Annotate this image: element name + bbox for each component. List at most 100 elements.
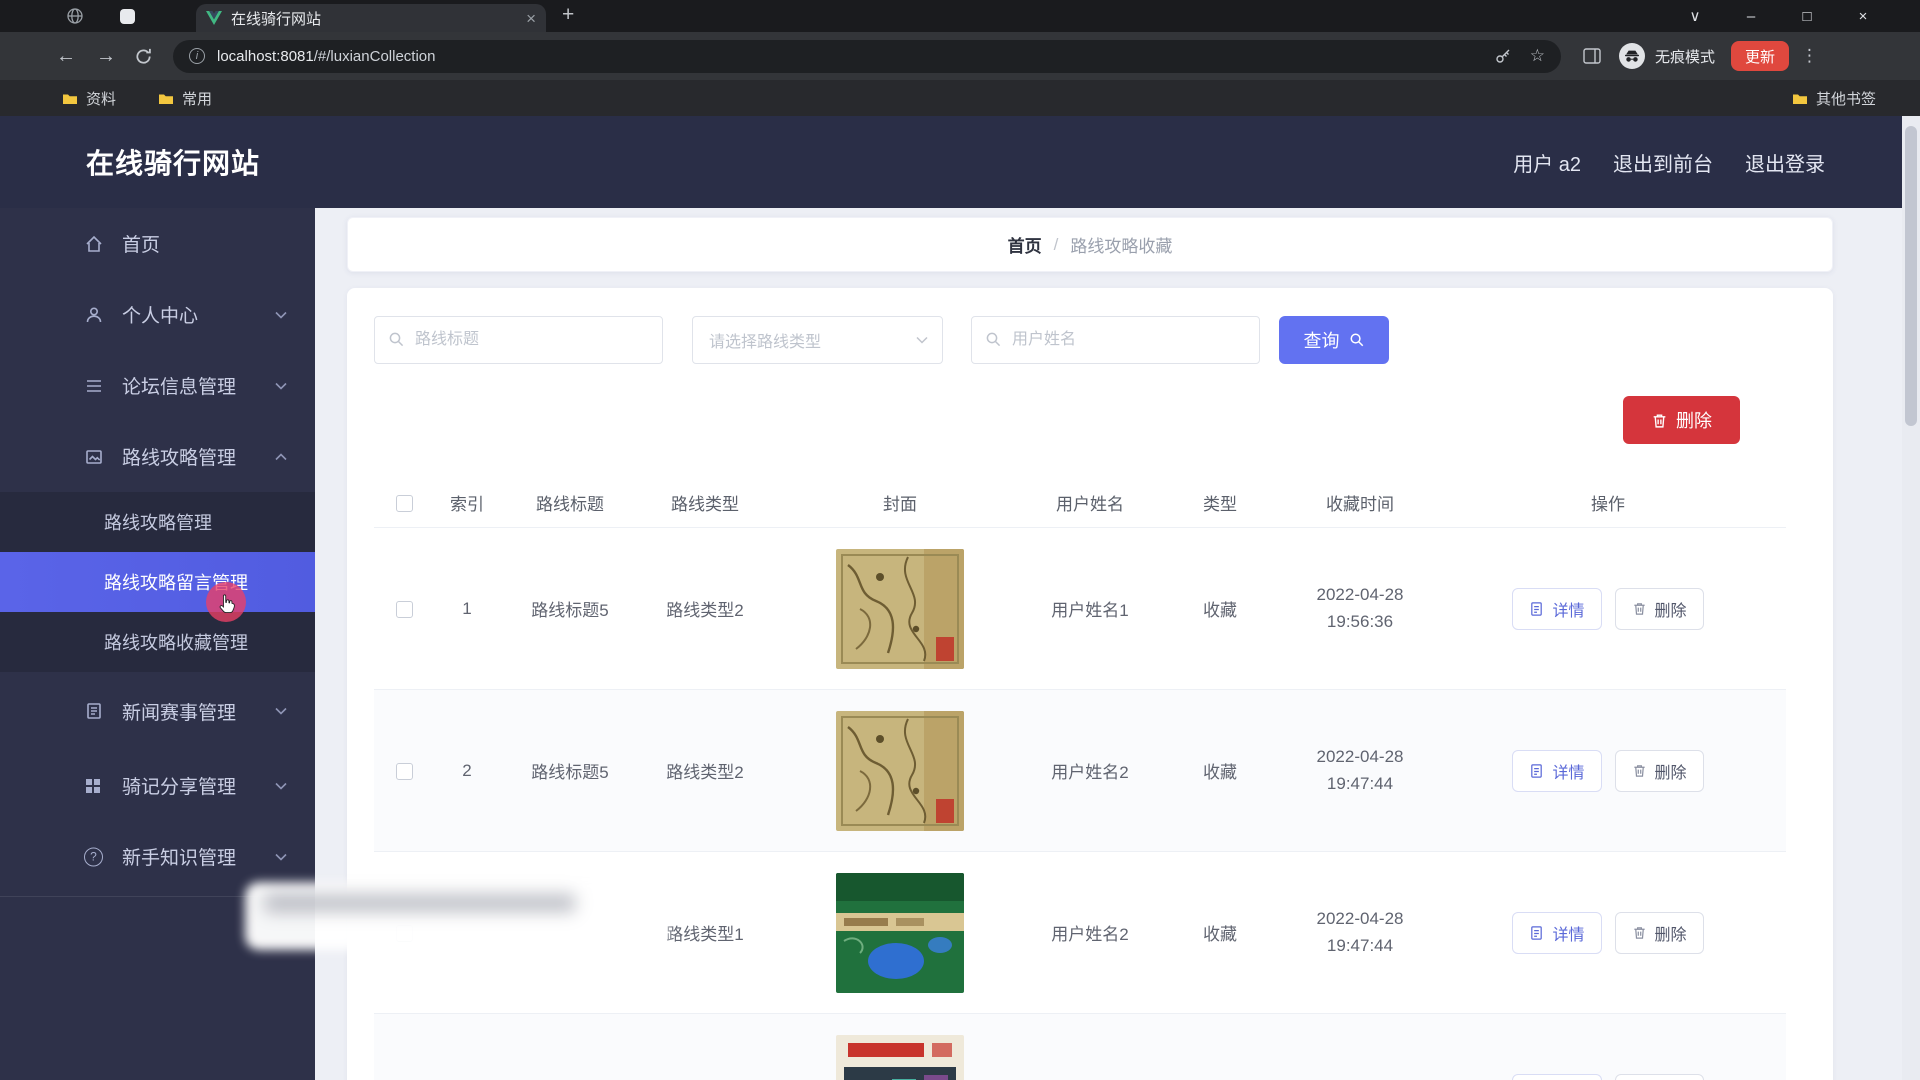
browser-tab[interactable]: 在线骑行网站 × (196, 4, 546, 32)
logout-link[interactable]: 退出登录 (1745, 148, 1825, 177)
user-name-filter (971, 316, 1260, 364)
window-close-button[interactable]: × (1846, 8, 1880, 25)
home-icon (84, 234, 104, 254)
back-button[interactable]: ← (56, 46, 76, 66)
route-submenu: 路线攻略管理 路线攻略留言管理 路线攻略收藏管理 (0, 492, 315, 672)
bookmark-folder-ziliao[interactable]: 资料 (62, 88, 116, 109)
row-checkbox[interactable] (396, 601, 413, 618)
document-icon (1529, 763, 1544, 779)
current-user-label[interactable]: 用户 a2 (1513, 148, 1581, 177)
row-delete-button[interactable]: 删除 (1615, 588, 1704, 630)
col-header-index: 索引 (434, 490, 500, 515)
browser-tabstrip: 在线骑行网站 × + ∨ – □ × (0, 0, 1920, 32)
col-header-date: 收藏时间 (1290, 490, 1430, 515)
row-delete-button[interactable]: 删除 (1615, 912, 1704, 954)
route-title-input[interactable] (374, 316, 663, 364)
bookmarks-bar: 资料 常用 其他书签 (0, 80, 1920, 116)
page-scrollbar (1902, 116, 1920, 1080)
tab-list-caret-icon[interactable]: ∨ (1678, 7, 1712, 25)
forward-button[interactable]: → (96, 46, 116, 66)
site-info-icon[interactable]: i (189, 48, 205, 64)
content-panel: 请选择路线类型 查询 (347, 288, 1833, 1080)
sidebar-subitem-route-guide-mgmt[interactable]: 路线攻略管理 (0, 492, 315, 552)
user-name-input[interactable] (971, 316, 1260, 364)
table-header-row: 索引 路线标题 路线类型 封面 用户姓名 类型 收藏时间 操作 (374, 478, 1786, 528)
picture-icon (84, 447, 104, 467)
chevron-down-icon (275, 782, 287, 790)
folder-icon (158, 92, 174, 105)
bulk-delete-button[interactable]: 删除 (1623, 396, 1740, 444)
bookmark-star-icon[interactable]: ☆ (1530, 46, 1545, 66)
query-button[interactable]: 查询 (1279, 316, 1389, 364)
folder-icon (1792, 92, 1808, 105)
breadcrumb-home[interactable]: 首页 (1008, 232, 1042, 257)
sidebar-subitem-route-collect-mgmt[interactable]: 路线攻略收藏管理 (0, 612, 315, 672)
minimize-button[interactable]: – (1734, 8, 1768, 25)
reload-button[interactable] (134, 47, 153, 66)
globe-icon[interactable] (66, 7, 84, 30)
trash-icon (1651, 412, 1668, 429)
filter-bar: 请选择路线类型 查询 (374, 316, 1389, 364)
password-key-icon[interactable] (1494, 47, 1512, 65)
sidebar-subitem-route-comment-mgmt[interactable]: 路线攻略留言管理 (0, 552, 315, 612)
trash-icon (1632, 601, 1647, 616)
table-row: 2 路线标题5 路线类型2 用户姓名2 (374, 690, 1786, 852)
list-icon (84, 376, 104, 396)
breadcrumb-current: 路线攻略收藏 (1070, 232, 1172, 257)
col-header-category: 类型 (1150, 490, 1290, 515)
row-checkbox[interactable] (396, 763, 413, 780)
exit-to-front-link[interactable]: 退出到前台 (1613, 148, 1713, 177)
col-header-cover: 封面 (770, 490, 1030, 515)
pinned-app-icon[interactable] (120, 9, 135, 24)
chevron-down-icon (275, 853, 287, 861)
chevron-down-icon (275, 707, 287, 715)
detail-button[interactable]: 详情 (1512, 1074, 1601, 1080)
detail-button[interactable]: 详情 (1512, 912, 1601, 954)
row-delete-button[interactable]: 删除 (1615, 1074, 1704, 1080)
chevron-down-icon (275, 311, 287, 319)
incognito-avatar-icon[interactable] (1619, 43, 1645, 69)
blur-overlay (245, 882, 667, 950)
screen: 在线骑行网站 × + ∨ – □ × ← → i localhost:8081/… (0, 0, 1920, 1080)
other-bookmarks[interactable]: 其他书签 (1792, 88, 1876, 109)
cover-image (836, 711, 964, 831)
maximize-button[interactable]: □ (1790, 8, 1824, 25)
col-header-ops: 操作 (1430, 490, 1786, 515)
tab-title: 在线骑行网站 (231, 8, 526, 29)
address-bar[interactable]: i localhost:8081/#/luxianCollection ☆ (173, 40, 1561, 73)
browser-toolbar: ← → i localhost:8081/#/luxianCollection … (0, 32, 1920, 80)
sidebar-item-forum-mgmt[interactable]: 论坛信息管理 (0, 350, 315, 421)
tab-close-icon[interactable]: × (526, 10, 536, 27)
grid-icon (84, 777, 102, 795)
side-panel-icon[interactable] (1583, 48, 1601, 64)
trash-icon (1632, 925, 1647, 940)
bookmark-folder-changyong[interactable]: 常用 (158, 88, 212, 109)
folder-icon (62, 92, 78, 105)
scrollbar-thumb[interactable] (1905, 126, 1917, 426)
new-tab-button[interactable]: + (562, 3, 574, 27)
search-icon (985, 331, 1002, 348)
breadcrumb-separator: / (1054, 235, 1059, 255)
sidebar-item-route-mgmt[interactable]: 路线攻略管理 (0, 421, 315, 492)
route-title-filter (374, 316, 663, 364)
select-all-checkbox[interactable] (396, 495, 413, 512)
search-icon (1349, 332, 1365, 348)
breadcrumb: 首页 / 路线攻略收藏 (347, 217, 1833, 272)
route-type-select[interactable]: 请选择路线类型 (692, 316, 943, 364)
detail-button[interactable]: 详情 (1512, 750, 1601, 792)
row-delete-button[interactable]: 删除 (1615, 750, 1704, 792)
detail-button[interactable]: 详情 (1512, 588, 1601, 630)
document-icon (1529, 601, 1544, 617)
chevron-down-icon (275, 382, 287, 390)
incognito-label: 无痕模式 (1655, 46, 1715, 67)
col-header-user: 用户姓名 (1030, 490, 1150, 515)
sidebar-item-news-mgmt[interactable]: 新闻赛事管理 (0, 672, 315, 750)
sidebar-item-home[interactable]: 首页 (0, 208, 315, 279)
sidebar-item-riding-share-mgmt[interactable]: 骑记分享管理 (0, 750, 315, 821)
cover-image (836, 549, 964, 669)
collection-table: 索引 路线标题 路线类型 封面 用户姓名 类型 收藏时间 操作 1 路线标题5 … (374, 478, 1786, 1080)
table-row: 2022-04-28 详情 删除 (374, 1014, 1786, 1080)
sidebar-item-profile[interactable]: 个人中心 (0, 279, 315, 350)
browser-menu-icon[interactable]: ⋮ (1801, 46, 1818, 66)
browser-update-button[interactable]: 更新 (1731, 41, 1789, 71)
